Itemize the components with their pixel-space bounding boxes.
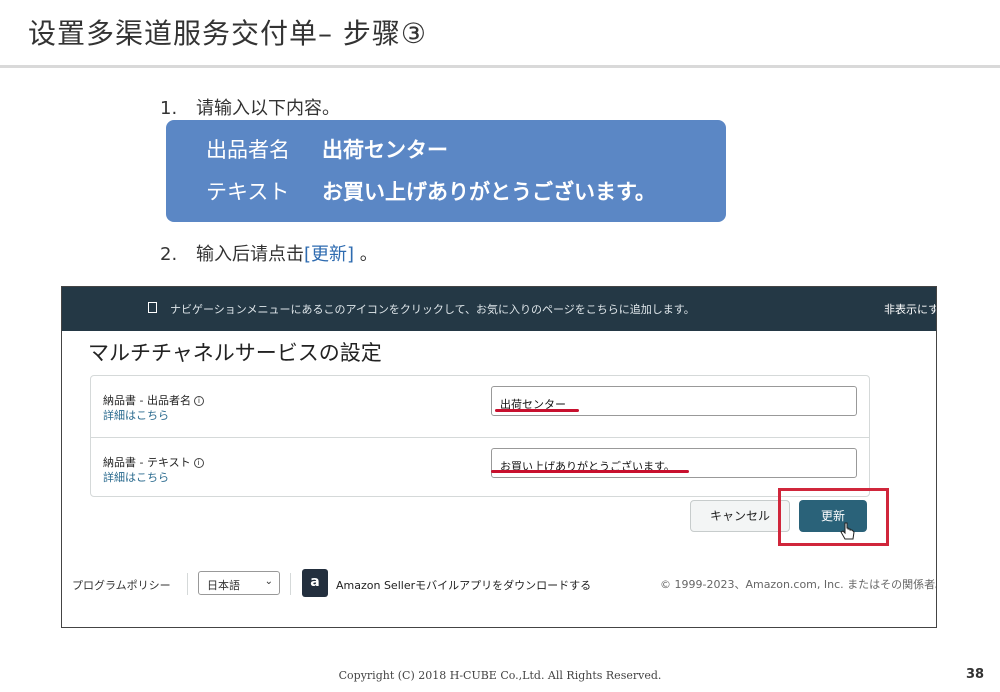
footer-divider: [290, 573, 291, 595]
details-link[interactable]: 詳細はこちら: [103, 407, 169, 423]
invoice-text-input[interactable]: お買い上げありがとうございます。: [491, 448, 857, 478]
setting-label-text: 納品書 - テキスト: [103, 456, 191, 469]
info-icon[interactable]: i: [193, 396, 204, 406]
box-row-seller-name: 出品者名 出荷センター: [206, 134, 448, 164]
step-2-update-ref: [更新]: [304, 244, 355, 265]
hide-link[interactable]: 非表示にす: [884, 301, 936, 317]
setting-label-text: 納品書 - 出品者名: [103, 394, 191, 407]
setting-row-seller-name: 納品書 - 出品者名 i 詳細はこちら 出荷センター: [91, 376, 869, 437]
step-2-prefix: 输入后请点击: [196, 244, 304, 265]
footer-divider: [187, 573, 188, 595]
box-row-text: テキスト お買い上げありがとうございます。: [206, 176, 656, 206]
setting-row-text: 納品書 - テキスト i 詳細はこちら お買い上げありがとうございます。: [91, 437, 869, 498]
title-divider: [0, 65, 1000, 68]
program-policy-link[interactable]: プログラムポリシー: [72, 577, 171, 593]
cancel-button[interactable]: キャンセル: [690, 500, 790, 532]
step-1-text: 请输入以下内容。: [196, 98, 340, 119]
details-link[interactable]: 詳細はこちら: [103, 469, 169, 485]
chevron-down-icon: ⌄: [264, 576, 273, 587]
page-footer: プログラムポリシー 日本語 ⌄ a Amazon Sellerモバイルアプリをダ…: [62, 565, 937, 605]
step-2-number: 2.: [160, 244, 178, 265]
nav-hint-message: ナビゲーションメニューにあるこのアイコンをクリックして、お気に入りのページをこち…: [170, 303, 695, 316]
setting-label: 納品書 - 出品者名 i: [103, 392, 204, 408]
red-underline: [495, 409, 579, 412]
step-2-suffix: 。: [354, 244, 378, 265]
info-icon[interactable]: i: [193, 458, 204, 468]
update-highlight-box: [778, 488, 889, 546]
language-value: 日本語: [207, 579, 240, 592]
input-values-box: 出品者名 出荷センター テキスト お買い上げありがとうございます。: [166, 120, 726, 222]
box-value: お買い上げありがとうございます。: [322, 180, 656, 204]
nav-bar: ナビゲーションメニューにあるこのアイコンをクリックして、お気に入りのページをこち…: [62, 287, 936, 331]
box-key: 出品者名: [206, 138, 290, 162]
page-title: マルチチャネルサービスの設定: [88, 341, 382, 365]
mobile-app-link[interactable]: Amazon Sellerモバイルアプリをダウンロードする: [336, 577, 591, 593]
setting-label: 納品書 - テキスト i: [103, 454, 204, 470]
step-1: 1. 请输入以下内容。: [160, 94, 340, 120]
box-value: 出荷センター: [322, 138, 448, 162]
seller-central-screenshot: ナビゲーションメニューにあるこのアイコンをクリックして、お気に入りのページをこち…: [61, 286, 937, 628]
hand-cursor-icon: [840, 522, 855, 540]
red-underline: [491, 470, 689, 473]
amazon-copyright: © 1999-2023、Amazon.com, Inc. またはその関係者。: [660, 578, 937, 591]
slide-title: 设置多渠道服务交付单– 步骤③: [28, 17, 428, 50]
slide-copyright: Copyright (C) 2018 H-CUBE Co.,Ltd. All R…: [338, 669, 662, 682]
page-number: 38: [966, 667, 985, 682]
language-select[interactable]: 日本語 ⌄: [198, 571, 280, 595]
bookmark-icon[interactable]: [148, 302, 157, 313]
settings-panel: 納品書 - 出品者名 i 詳細はこちら 出荷センター 納品書 - テキスト i 詳細…: [90, 375, 870, 497]
step-1-number: 1.: [160, 98, 178, 119]
box-key: テキスト: [206, 180, 290, 204]
step-2: 2. 输入后请点击[更新] 。: [160, 240, 378, 266]
amazon-app-icon[interactable]: a: [302, 569, 328, 597]
